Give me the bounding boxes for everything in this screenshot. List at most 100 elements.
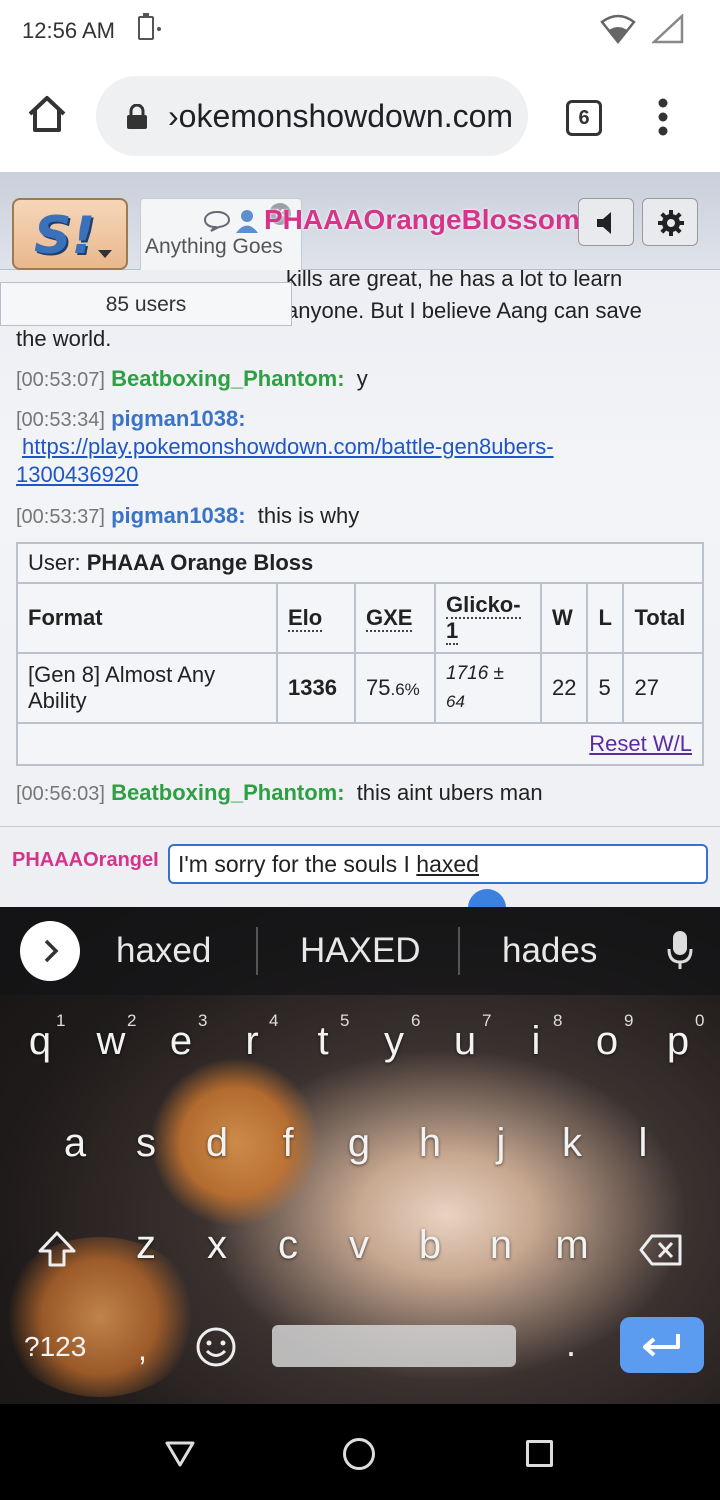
showdown-logo-icon: S! bbox=[34, 206, 96, 266]
battle-link-text[interactable]: 1300436920 bbox=[16, 462, 138, 487]
space-key[interactable] bbox=[272, 1325, 516, 1367]
key-hint-4: 4 bbox=[269, 1011, 279, 1030]
key-b[interactable]: b bbox=[400, 1223, 460, 1268]
wins-cell: 22 bbox=[539, 652, 589, 724]
key-k[interactable]: k bbox=[542, 1121, 602, 1166]
key-hint-2: 2 bbox=[127, 1011, 137, 1030]
address-bar[interactable]: ›okemonshowdown.com bbox=[96, 76, 528, 156]
suggestion-2[interactable]: HAXED bbox=[300, 931, 421, 971]
message-username[interactable]: Beatboxing_Phantom: bbox=[111, 780, 344, 805]
key-c[interactable]: c bbox=[258, 1223, 318, 1268]
web-content: S! × Anything Goes PHAAAOrangeBlossom 85… bbox=[0, 172, 720, 907]
column-header-label: GXE bbox=[366, 605, 413, 632]
gxe-value: 75 bbox=[366, 675, 391, 700]
notification-dot-icon bbox=[157, 27, 161, 31]
chat-message: [00:56:03] Beatboxing_Phantom: this aint… bbox=[16, 780, 543, 806]
glicko-cell: 1716 ± 64 bbox=[434, 652, 542, 724]
lock-icon bbox=[127, 104, 147, 129]
recents-square-icon[interactable] bbox=[526, 1440, 553, 1467]
message-username[interactable]: pigman1038: bbox=[111, 503, 246, 528]
message-text: this aint ubers man bbox=[356, 780, 543, 805]
column-header: L bbox=[586, 582, 625, 654]
key-period[interactable]: . bbox=[566, 1323, 576, 1365]
symbols-key[interactable]: ?123 bbox=[24, 1331, 86, 1363]
backspace-icon[interactable] bbox=[638, 1233, 684, 1267]
key-j[interactable]: j bbox=[471, 1121, 531, 1166]
message-username[interactable]: pigman1038: bbox=[111, 406, 246, 431]
total-cell: 27 bbox=[622, 652, 704, 724]
overflow-menu-icon[interactable] bbox=[656, 98, 670, 138]
battle-link[interactable]: https://play.pokemonshowdown.com/battle-… bbox=[22, 434, 554, 460]
table-row: Reset W/L bbox=[16, 722, 704, 766]
username-title[interactable]: PHAAAOrangeBlossom bbox=[264, 204, 580, 236]
userlist-toggle[interactable]: 85 users bbox=[0, 282, 292, 326]
showdown-logo-button[interactable]: S! bbox=[12, 198, 128, 270]
home-circle-icon[interactable] bbox=[343, 1438, 375, 1470]
settings-button[interactable] bbox=[642, 198, 698, 246]
message-username[interactable]: Beatboxing_Phantom: bbox=[111, 366, 344, 391]
reset-wl-link[interactable]: Reset W/L bbox=[589, 731, 692, 757]
column-header-label: Elo bbox=[288, 605, 323, 632]
chat-fragment: kills are great, he has a lot to learn bbox=[286, 266, 623, 291]
key-f[interactable]: f bbox=[258, 1121, 318, 1166]
text-cursor-handle[interactable] bbox=[468, 889, 506, 907]
expand-suggestions-button[interactable] bbox=[20, 921, 80, 981]
battle-link-cont[interactable]: 1300436920 bbox=[16, 462, 138, 488]
key-z[interactable]: z bbox=[116, 1223, 176, 1268]
message-timestamp: [00:53:07] bbox=[16, 369, 105, 391]
message-timestamp: [00:56:03] bbox=[16, 783, 105, 805]
input-composing-word: haxed bbox=[416, 851, 479, 877]
user-icon bbox=[236, 210, 258, 233]
column-header-label: Glicko-1 bbox=[446, 592, 521, 645]
key-d[interactable]: d bbox=[187, 1121, 247, 1166]
chat-message-input[interactable]: I'm sorry for the souls I haxed bbox=[168, 844, 708, 884]
losses-cell: 5 bbox=[586, 652, 625, 724]
chat-fragment: the world. bbox=[16, 326, 112, 351]
chat-message: [00:53:34] pigman1038: bbox=[16, 406, 246, 432]
emoji-icon[interactable] bbox=[194, 1325, 238, 1369]
column-header: Elo bbox=[276, 582, 356, 654]
column-header: Format bbox=[16, 582, 278, 654]
shift-icon[interactable] bbox=[36, 1229, 78, 1269]
suggestion-3[interactable]: hades bbox=[502, 931, 597, 971]
gear-icon bbox=[658, 210, 684, 236]
table-header-row: Format Elo GXE Glicko-1 W L Total bbox=[16, 582, 704, 654]
message-timestamp: [00:53:37] bbox=[16, 506, 105, 528]
suggestion-1[interactable]: haxed bbox=[116, 931, 211, 971]
tab-switcher-button[interactable]: 6 bbox=[566, 100, 602, 136]
composer-username: PHAAAOrangeI bbox=[12, 849, 159, 871]
column-header: W bbox=[539, 582, 589, 654]
key-s[interactable]: s bbox=[116, 1121, 176, 1166]
soft-keyboard: haxed HAXED hades q w e r t y u i o p 1 … bbox=[0, 907, 720, 1404]
message-text: y bbox=[356, 366, 368, 391]
column-header: Glicko-1 bbox=[434, 582, 542, 654]
key-l[interactable]: l bbox=[613, 1121, 673, 1166]
enter-key[interactable] bbox=[620, 1317, 704, 1373]
key-v[interactable]: v bbox=[329, 1223, 389, 1268]
browser-toolbar: ›okemonshowdown.com 6 bbox=[0, 62, 720, 172]
key-comma[interactable]: , bbox=[138, 1331, 147, 1368]
table-row: [Gen 8] Almost Any Ability 1336 75.6% 17… bbox=[16, 652, 704, 724]
sound-button[interactable] bbox=[578, 198, 634, 246]
key-hint-0: 0 bbox=[695, 1011, 705, 1030]
glicko-deviation: 64 bbox=[446, 692, 465, 711]
key-x[interactable]: x bbox=[187, 1223, 247, 1268]
key-h[interactable]: h bbox=[400, 1121, 460, 1166]
home-icon[interactable] bbox=[26, 94, 68, 134]
suggestion-divider bbox=[256, 927, 258, 975]
chat-composer: PHAAAOrangeI I'm sorry for the souls I h… bbox=[0, 826, 720, 907]
key-g[interactable]: g bbox=[329, 1121, 389, 1166]
battle-link-text[interactable]: https://play.pokemonshowdown.com/battle-… bbox=[22, 434, 554, 459]
key-hint-6: 6 bbox=[411, 1011, 421, 1030]
system-nav-bar bbox=[0, 1404, 720, 1500]
gxe-cell: 75.6% bbox=[354, 652, 436, 724]
suggestion-divider bbox=[458, 927, 460, 975]
input-text: I'm sorry for the souls I bbox=[178, 851, 417, 877]
user-name: PHAAA Orange Bloss bbox=[86, 550, 314, 575]
key-m[interactable]: m bbox=[542, 1223, 602, 1268]
microphone-icon[interactable] bbox=[666, 929, 694, 973]
key-a[interactable]: a bbox=[45, 1121, 105, 1166]
back-triangle-icon[interactable] bbox=[164, 1440, 196, 1468]
key-n[interactable]: n bbox=[471, 1223, 531, 1268]
suggestion-strip: haxed HAXED hades bbox=[0, 907, 720, 995]
